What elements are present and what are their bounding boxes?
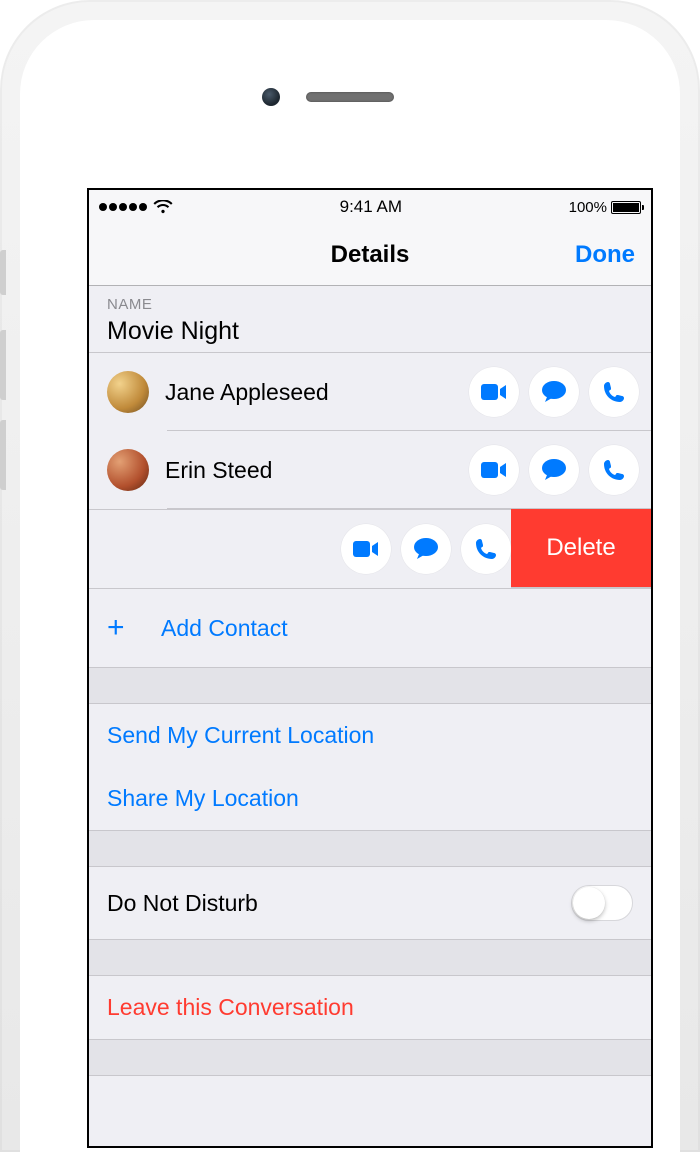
page-title: Details: [331, 241, 410, 269]
contact-name: y Westover: [89, 536, 341, 563]
section-separator: [89, 940, 651, 976]
phone-inner: 9:41 AM 100% Details Done NAME Movie Nig…: [20, 20, 680, 1152]
nav-bar: Details Done: [89, 224, 651, 286]
status-left: [99, 200, 173, 214]
contact-actions: [469, 445, 639, 495]
share-location-button[interactable]: Share My Location: [89, 767, 651, 831]
dnd-row: Do Not Disturb: [89, 867, 651, 940]
contact-row[interactable]: y Westover: [89, 509, 511, 588]
contact-name: Erin Steed: [165, 457, 469, 484]
section-separator: [89, 1040, 651, 1076]
send-location-button[interactable]: Send My Current Location: [89, 704, 651, 767]
volume-up-button: [0, 330, 6, 400]
message-button[interactable]: [401, 524, 451, 574]
battery-percent: 100%: [569, 199, 607, 216]
plus-icon: +: [107, 611, 149, 645]
call-button[interactable]: [589, 445, 639, 495]
earpiece-icon: [306, 92, 394, 102]
toggle-knob: [573, 887, 605, 919]
status-right: 100%: [569, 199, 641, 216]
done-button[interactable]: Done: [575, 241, 635, 269]
call-button[interactable]: [589, 367, 639, 417]
delete-button[interactable]: Delete: [511, 509, 651, 588]
dnd-label: Do Not Disturb: [107, 890, 258, 917]
mute-switch: [0, 250, 6, 295]
leave-conversation-button[interactable]: Leave this Conversation: [89, 976, 651, 1040]
section-separator: [89, 831, 651, 867]
battery-icon: [611, 201, 641, 214]
facetime-button[interactable]: [469, 367, 519, 417]
camera-icon: [262, 88, 280, 106]
section-separator: [89, 668, 651, 704]
call-button[interactable]: [461, 524, 511, 574]
status-time: 9:41 AM: [340, 197, 402, 217]
add-contact-button[interactable]: + Add Contact: [89, 589, 651, 668]
contacts-section: Jane Appleseed: [89, 353, 651, 668]
message-button[interactable]: [529, 445, 579, 495]
volume-down-button: [0, 420, 6, 490]
contact-row-swiped[interactable]: y Westover D: [89, 509, 651, 589]
status-bar: 9:41 AM 100%: [89, 190, 651, 224]
contact-actions: [341, 524, 511, 574]
contact-name: Jane Appleseed: [165, 379, 469, 406]
contact-row[interactable]: Erin Steed: [89, 431, 651, 509]
facetime-button[interactable]: [341, 524, 391, 574]
contact-actions: [469, 367, 639, 417]
contact-row[interactable]: Jane Appleseed: [89, 353, 651, 431]
dnd-toggle[interactable]: [571, 885, 633, 921]
name-section: NAME Movie Night: [89, 286, 651, 353]
avatar: [107, 449, 149, 491]
avatar: [107, 371, 149, 413]
signal-icon: [99, 203, 147, 211]
facetime-button[interactable]: [469, 445, 519, 495]
wifi-icon: [153, 200, 173, 214]
phone-frame: 9:41 AM 100% Details Done NAME Movie Nig…: [0, 0, 700, 1152]
name-label: NAME: [107, 296, 633, 313]
message-button[interactable]: [529, 367, 579, 417]
screen: 9:41 AM 100% Details Done NAME Movie Nig…: [87, 188, 653, 1148]
group-name-input[interactable]: Movie Night: [107, 317, 633, 346]
add-contact-label: Add Contact: [161, 615, 288, 642]
